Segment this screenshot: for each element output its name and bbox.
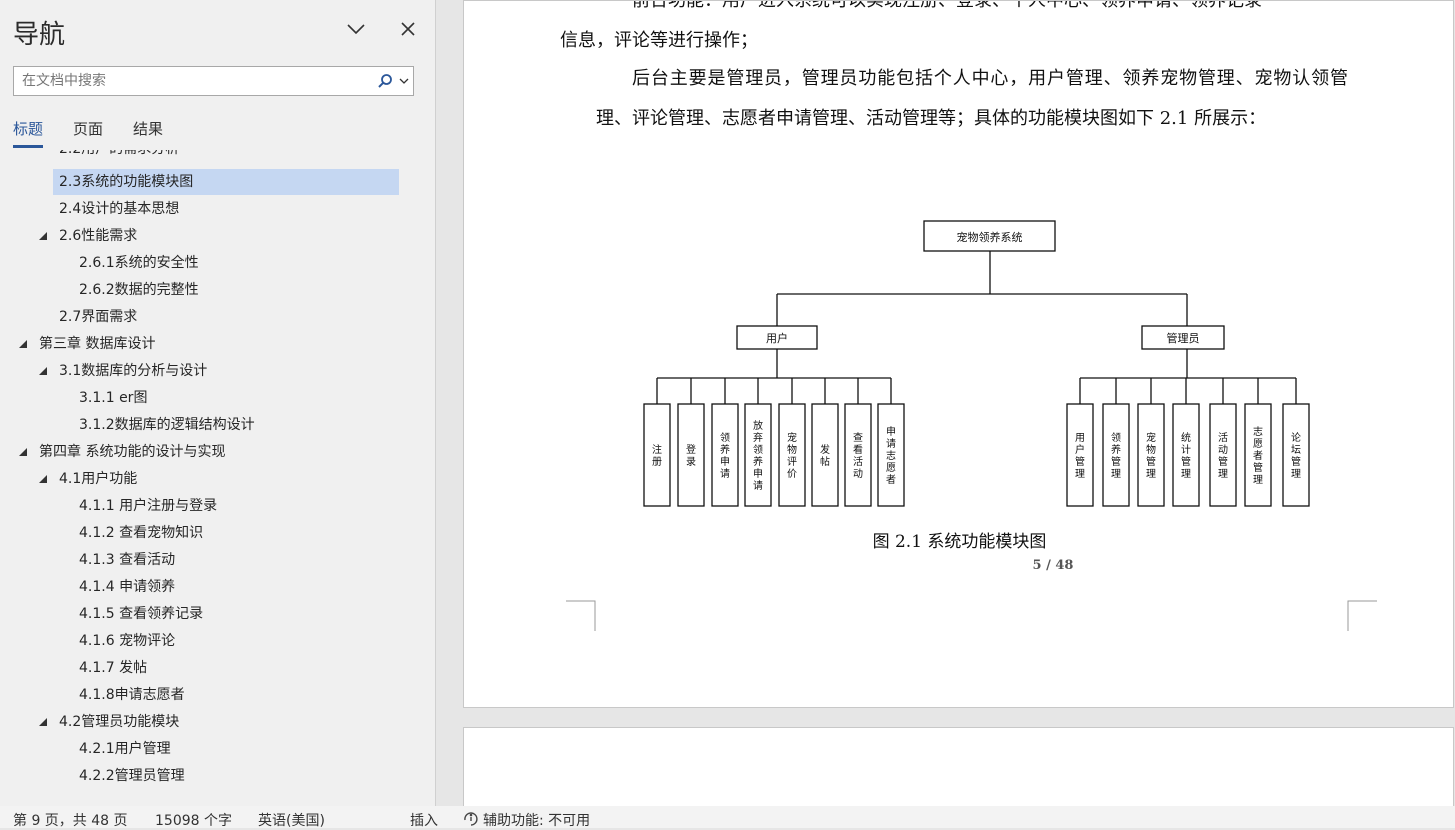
admin-module-label: 统计管理 bbox=[1181, 431, 1191, 480]
tree-item[interactable]: 4.1.7 发帖 bbox=[79, 655, 147, 681]
tree-item[interactable]: 2.7界面需求 bbox=[59, 304, 137, 330]
collapse-triangle-icon[interactable] bbox=[39, 367, 47, 375]
paragraph-front-end-line1: 前台功能：用户进入系统可以实现注册、登录、个人中心、领养申请、领养记录 bbox=[632, 0, 1262, 11]
nav-search-input[interactable] bbox=[14, 67, 390, 95]
search-icon[interactable] bbox=[377, 73, 393, 89]
page-number: 5 / 48 bbox=[1032, 558, 1074, 573]
nav-close-icon[interactable] bbox=[397, 18, 419, 40]
figure-caption: 图 2.1 系统功能模块图 bbox=[872, 532, 1047, 552]
tree-item[interactable]: 2.6.1系统的安全性 bbox=[79, 250, 199, 276]
status-word-count[interactable]: 15098 个字 bbox=[155, 810, 232, 830]
nav-splitter[interactable] bbox=[436, 0, 463, 806]
collapse-triangle-icon[interactable] bbox=[39, 718, 47, 726]
user-module-label: 申请志愿者 bbox=[886, 425, 896, 486]
tree-item[interactable]: 4.1.5 查看领养记录 bbox=[79, 601, 203, 627]
tree-item[interactable]: 4.2.2管理员管理 bbox=[79, 763, 185, 789]
tab-results[interactable]: 结果 bbox=[133, 118, 163, 145]
status-accessibility[interactable]: 辅助功能: 不可用 bbox=[483, 810, 590, 830]
status-language[interactable]: 英语(美国) bbox=[258, 810, 325, 830]
status-page-count[interactable]: 第 9 页，共 48 页 bbox=[13, 810, 128, 830]
user-node-label: 用户 bbox=[766, 331, 788, 345]
tab-pages[interactable]: 页面 bbox=[73, 118, 103, 145]
accessibility-icon[interactable] bbox=[462, 810, 480, 830]
tree-item[interactable]: 3.1.2数据库的逻辑结构设计 bbox=[79, 412, 255, 438]
tree-item[interactable]: 3.1.1 er图 bbox=[79, 385, 147, 411]
admin-module-label: 志愿者管理 bbox=[1253, 425, 1263, 486]
navigation-pane: 导航 标题 页面 结果 2.2用户的需求分析 2.3系统的功能模块图2.4设计的… bbox=[0, 0, 436, 806]
tree-item[interactable]: 第三章 数据库设计 bbox=[39, 331, 155, 357]
user-module-label: 宠物评价 bbox=[787, 431, 797, 480]
tree-item[interactable]: 4.1.8申请志愿者 bbox=[79, 682, 185, 708]
nav-search-box bbox=[13, 66, 414, 96]
collapse-triangle-icon[interactable] bbox=[19, 340, 27, 348]
tree-item[interactable]: 4.2.1用户管理 bbox=[79, 736, 171, 762]
margin-corner-right bbox=[1347, 600, 1377, 631]
margin-corner-left bbox=[566, 600, 596, 631]
function-module-diagram: 宠物领养系统用户 管理员注册登录 领养申请 放弃领养申请 宠物评价 发帖 查看活动 申请志愿者… bbox=[643, 220, 1310, 507]
tree-item[interactable]: 4.1.6 宠物评论 bbox=[79, 628, 175, 654]
admin-module-label: 论坛管理 bbox=[1291, 431, 1301, 480]
status-bar: 第 9 页，共 48 页 15098 个字 英语(美国) 插入 辅助功能: 不可… bbox=[0, 806, 1455, 830]
user-module-label: 发帖 bbox=[820, 443, 830, 468]
paragraph-back-end: 后台主要是管理员，管理员功能包括个人中心，用户管理、领养宠物管理、宠物认领管理、… bbox=[596, 68, 1348, 129]
admin-module-label: 领养管理 bbox=[1111, 431, 1121, 480]
collapse-triangle-icon[interactable] bbox=[39, 232, 47, 240]
collapse-triangle-icon[interactable] bbox=[19, 448, 27, 456]
admin-module-label: 宠物管理 bbox=[1146, 431, 1156, 480]
nav-options-chevron-icon[interactable] bbox=[345, 18, 367, 40]
next-page bbox=[463, 727, 1454, 817]
tree-item[interactable]: 4.1.4 申请领养 bbox=[79, 574, 175, 600]
collapse-triangle-icon[interactable] bbox=[39, 475, 47, 483]
user-module-label: 登录 bbox=[686, 443, 696, 468]
tree-item[interactable]: 4.1.2 查看宠物知识 bbox=[79, 520, 203, 546]
user-module-label: 查看活动 bbox=[853, 431, 863, 480]
user-module-label: 领养申请 bbox=[720, 431, 730, 480]
search-dropdown-chevron-icon[interactable] bbox=[399, 77, 409, 85]
nav-title: 导航 bbox=[13, 20, 66, 50]
tree-item[interactable]: 4.2管理员功能模块 bbox=[59, 709, 179, 735]
tree-item[interactable]: 2.4设计的基本思想 bbox=[59, 196, 179, 222]
tree-item[interactable]: 3.1数据库的分析与设计 bbox=[59, 358, 207, 384]
tree-item[interactable]: 4.1.3 查看活动 bbox=[79, 547, 175, 573]
tree-item[interactable]: 4.1.1 用户注册与登录 bbox=[79, 493, 217, 519]
tree-item[interactable]: 2.6.2数据的完整性 bbox=[79, 277, 199, 303]
tree-item[interactable]: 第四章 系统功能的设计与实现 bbox=[39, 439, 225, 465]
tab-headings[interactable]: 标题 bbox=[13, 118, 44, 148]
user-module-label: 放弃领养申请 bbox=[753, 419, 763, 492]
tree-item[interactable]: 4.1用户功能 bbox=[59, 466, 137, 492]
tree-item-partial[interactable]: 2.2用户的需求分析 bbox=[59, 150, 179, 162]
tree-item[interactable]: 2.3系统的功能模块图 bbox=[59, 169, 193, 195]
admin-module-label: 用户管理 bbox=[1075, 433, 1085, 480]
root-node-label: 宠物领养系统 bbox=[957, 230, 1023, 244]
document-page: 前台功能：用户进入系统可以实现注册、登录、个人中心、领养申请、领养记录 信息，评… bbox=[463, 0, 1454, 708]
admin-node-label: 管理员 bbox=[1167, 331, 1200, 345]
paragraph-front-end-line2: 信息，评论等进行操作； bbox=[560, 29, 758, 51]
tree-item[interactable]: 2.6性能需求 bbox=[59, 223, 137, 249]
user-module-label: 注册 bbox=[652, 443, 662, 468]
paragraph-front-end: 前台功能：用户进入系统可以实现注册、登录、个人中心、领养申请、领养记录 信息，评… bbox=[560, 0, 1348, 60]
heading-tree: 2.2用户的需求分析 2.3系统的功能模块图2.4设计的基本思想2.6性能需求2… bbox=[0, 150, 436, 800]
status-insert-mode[interactable]: 插入 bbox=[410, 810, 438, 830]
